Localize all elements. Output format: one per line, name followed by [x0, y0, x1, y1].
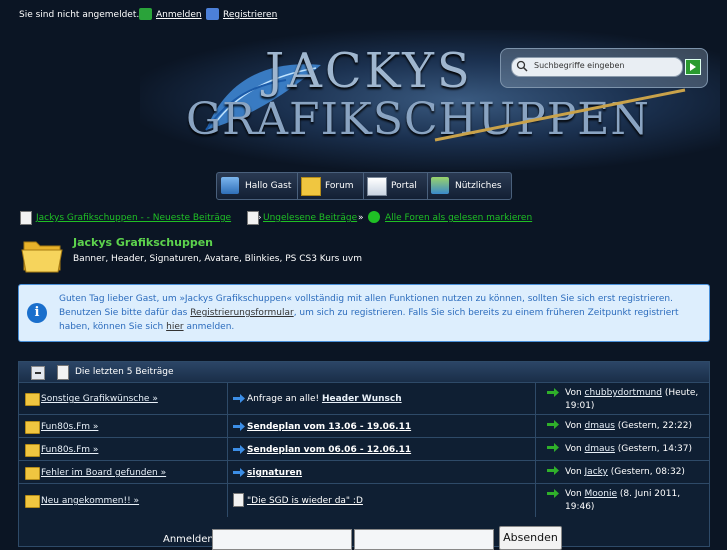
folder-icon — [25, 495, 40, 508]
table-row: Fun80s.Fm » Sendeplan vom 13.06 - 19.06.… — [19, 414, 709, 438]
breadcrumb-unread-posts[interactable]: Ungelesene Beiträge — [263, 213, 357, 223]
info-text: Guten Tag lieber Gast, um »Jackys Grafik… — [59, 294, 679, 332]
arrow-right-icon — [547, 443, 559, 452]
site-description: Banner, Header, Signaturen, Avatare, Bli… — [73, 254, 362, 264]
nav-item-portal[interactable]: Portal — [363, 173, 428, 199]
info-icon: i — [27, 303, 47, 323]
arrow-right-icon — [233, 422, 245, 431]
thread-link[interactable]: signaturen — [247, 468, 302, 478]
folder-icon — [25, 421, 40, 434]
breadcrumb-mark-read[interactable]: Alle Foren als gelesen markieren — [385, 213, 532, 223]
nav-item-hallo-gast[interactable]: Hallo Gast — [217, 173, 298, 199]
site-title: Jackys Grafikschuppen — [73, 236, 214, 249]
nav-item-label: Forum — [325, 181, 354, 191]
forum-link[interactable]: Fun80s.Fm » — [41, 422, 98, 432]
folder-icon — [25, 393, 40, 406]
user-link[interactable]: dmaus — [585, 444, 615, 454]
breadcrumb: Jackys Grafikschuppen - - Neueste Beiträ… — [18, 210, 718, 226]
unread-page-icon — [247, 211, 259, 225]
post-meta: Von Jacky (Gestern, 08:32) — [565, 467, 685, 477]
post-meta: Von dmaus (Gestern, 14:37) — [565, 444, 692, 454]
user-link[interactable]: chubbydortmund — [585, 388, 662, 398]
main-nav: Hallo Gast Forum Portal Nützliches — [216, 172, 512, 200]
latest-posts-table: Die letzten 5 Beiträge Sonstige Grafikwü… — [18, 361, 710, 547]
thread-link[interactable]: Header Wunsch — [322, 394, 402, 404]
folder-icon — [25, 467, 40, 480]
login-label: Anmelden: — [163, 534, 218, 545]
register-icon[interactable] — [206, 8, 219, 20]
guest-info-box: i Guten Tag lieber Gast, um »Jackys Graf… — [18, 284, 710, 342]
user-link[interactable]: Jacky — [585, 467, 608, 477]
folder-icon — [301, 177, 321, 196]
thread-title: Anfrage an alle! Header Wunsch — [247, 394, 402, 404]
top-bar: Sie sind nicht angemeldet. Anmelden Regi… — [0, 0, 727, 30]
breadcrumb-separator: » — [358, 213, 364, 223]
login-bar: Anmelden: Absenden — [18, 526, 708, 550]
arrow-right-icon — [547, 489, 559, 498]
username-input[interactable] — [212, 529, 352, 550]
hello-icon — [221, 177, 239, 194]
table-title: Die letzten 5 Beiträge — [75, 367, 174, 377]
arrow-right-icon — [547, 420, 559, 429]
post-meta: Von Moonie (8. Juni 2011, 19:46) — [565, 489, 681, 512]
nav-item-nuetzliches[interactable]: Nützliches — [427, 173, 511, 199]
thread-link[interactable]: Sendeplan vom 13.06 - 19.06.11 — [247, 422, 411, 432]
page-icon — [57, 365, 69, 380]
login-here-link[interactable]: hier — [166, 322, 183, 332]
arrow-right-icon — [233, 468, 245, 477]
login-icon[interactable] — [139, 8, 152, 20]
register-link[interactable]: Registrieren — [223, 10, 277, 20]
forum-link[interactable]: Fun80s.Fm » — [41, 445, 98, 455]
quill-shaft — [434, 88, 686, 142]
nav-item-label: Portal — [391, 181, 417, 191]
post-meta: Von dmaus (Gestern, 22:22) — [565, 421, 692, 431]
forum-link[interactable]: Fehler im Board gefunden » — [41, 468, 166, 478]
arrow-right-icon — [233, 394, 245, 403]
arrow-right-icon — [233, 445, 245, 454]
login-status: Sie sind nicht angemeldet. — [19, 10, 140, 20]
tools-icon — [431, 177, 449, 194]
post-meta: Von chubbydortmund (Heute, 19:01) — [565, 388, 699, 411]
table-row: Sonstige Grafikwünsche » Anfrage an alle… — [19, 382, 709, 415]
check-icon — [368, 211, 380, 223]
search-panel: Suchbegriffe eingeben — [500, 48, 708, 88]
forum-link[interactable]: Sonstige Grafikwünsche » — [41, 394, 158, 404]
login-link[interactable]: Anmelden — [156, 10, 202, 20]
folder-icon — [25, 444, 40, 457]
thread-link[interactable]: "Die SGD is wieder da" :D — [247, 496, 363, 506]
table-row: Neu angekommen!! » "Die SGD is wieder da… — [19, 483, 709, 517]
collapse-icon[interactable] — [31, 366, 45, 380]
page-icon — [233, 493, 244, 507]
table-row: Fehler im Board gefunden » signaturen Vo… — [19, 460, 709, 484]
arrow-right-icon — [547, 388, 559, 397]
search-icon — [516, 60, 528, 72]
breadcrumb-newest-posts[interactable]: Jackys Grafikschuppen - - Neueste Beiträ… — [36, 213, 231, 223]
table-header: Die letzten 5 Beiträge — [19, 362, 709, 382]
password-input[interactable] — [354, 529, 494, 550]
user-link[interactable]: Moonie — [585, 489, 618, 499]
arrow-right-icon — [547, 466, 559, 475]
search-placeholder: Suchbegriffe eingeben — [534, 61, 625, 70]
search-submit-button[interactable] — [685, 59, 701, 75]
page-icon — [20, 211, 32, 225]
nav-item-label: Nützliches — [455, 181, 502, 191]
forum-link[interactable]: Neu angekommen!! » — [41, 496, 139, 506]
nav-item-forum[interactable]: Forum — [297, 173, 364, 199]
login-submit-button[interactable]: Absenden — [499, 526, 562, 550]
thread-link[interactable]: Sendeplan vom 06.06 - 12.06.11 — [247, 445, 411, 455]
folder-icon — [21, 241, 63, 273]
registration-form-link[interactable]: Registrierungsformular — [190, 308, 293, 318]
search-input[interactable]: Suchbegriffe eingeben — [511, 57, 683, 77]
user-link[interactable]: dmaus — [585, 421, 615, 431]
portal-icon — [367, 177, 387, 196]
table-row: Fun80s.Fm » Sendeplan vom 06.06 - 12.06.… — [19, 437, 709, 461]
nav-item-label: Hallo Gast — [245, 181, 292, 191]
